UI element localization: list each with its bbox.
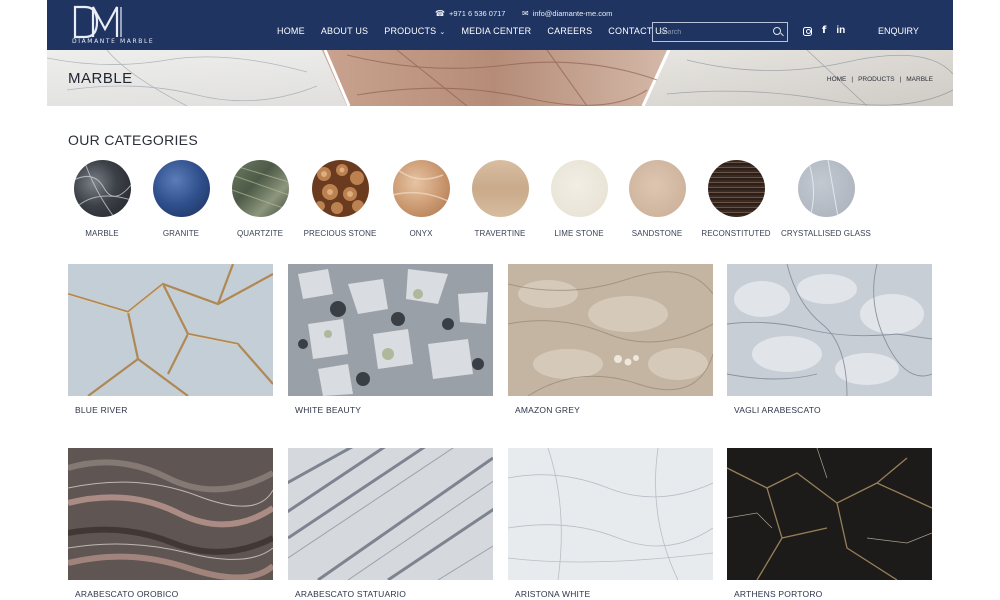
product-card-arabescato-statuario[interactable]: ARABESCATO STATUARIO: [288, 448, 493, 599]
product-image: [68, 448, 273, 580]
product-name: AMAZON GREY: [515, 405, 581, 415]
social-links: f in: [803, 26, 845, 36]
breadcrumb-separator: |: [899, 76, 902, 83]
search-input[interactable]: [653, 23, 769, 41]
product-card-white-beauty[interactable]: WHITE BEAUTY: [288, 264, 493, 415]
breadcrumb: HOME | PRODUCTS | MARBLE: [827, 76, 933, 83]
facebook-icon[interactable]: f: [822, 26, 826, 36]
breadcrumb-home[interactable]: HOME: [827, 76, 847, 83]
instagram-icon[interactable]: [803, 26, 812, 36]
breadcrumb-separator: |: [851, 76, 854, 83]
nav-careers[interactable]: CAREERS: [547, 26, 592, 36]
banner-stone-image: [47, 50, 953, 106]
nav-about-us[interactable]: ABOUT US: [321, 26, 368, 36]
phone-icon: ☎: [435, 9, 445, 18]
category-image: [152, 160, 210, 217]
categories-heading: OUR CATEGORIES: [68, 132, 198, 148]
category-image: [797, 160, 855, 217]
logo-subtext: DIAMANTE MARBLE: [72, 38, 155, 45]
email-contact[interactable]: ✉ info@diamante-me.com: [522, 9, 612, 18]
product-name: VAGLI ARABESCATO: [734, 405, 821, 415]
nav-home[interactable]: HOME: [277, 26, 305, 36]
product-image: [288, 264, 493, 396]
product-image: [508, 448, 713, 580]
product-image: [68, 264, 273, 396]
product-name: ARABESCATO OROBICO: [75, 589, 179, 599]
search-box: [652, 22, 788, 42]
product-card-blue-river[interactable]: BLUE RIVER: [68, 264, 273, 415]
breadcrumb-products[interactable]: PRODUCTS: [858, 76, 894, 83]
nav-media-center[interactable]: MEDIA CENTER: [461, 26, 531, 36]
category-image: [550, 160, 608, 217]
phone-contact[interactable]: ☎ +971 6 536 0717: [435, 9, 505, 18]
product-card-arabescato-orobico[interactable]: ARABESCATO OROBICO: [68, 448, 273, 599]
product-card-vagli-arabescato[interactable]: VAGLI ARABESCATO: [727, 264, 932, 415]
category-image: [231, 160, 289, 217]
enquiry-button[interactable]: ENQUIRY: [878, 26, 919, 36]
product-image: [727, 448, 932, 580]
product-image: [727, 264, 932, 396]
category-crystallised-glass[interactable]: CRYSTALLISED GLASS: [771, 160, 881, 238]
category-image: [311, 160, 369, 217]
product-name: BLUE RIVER: [75, 405, 128, 415]
chevron-down-icon: ⌄: [439, 29, 446, 36]
mail-icon: ✉: [522, 9, 529, 18]
product-image: [288, 448, 493, 580]
breadcrumb-current: MARBLE: [906, 76, 933, 83]
product-image: [508, 264, 713, 396]
linkedin-icon[interactable]: in: [836, 26, 845, 36]
category-image: [628, 160, 686, 217]
product-name: ARISTONA WHITE: [515, 589, 591, 599]
email-address: info@diamante-me.com: [532, 9, 613, 18]
site-header: DIAMANTE MARBLE ☎ +971 6 536 0717 ✉ info…: [47, 0, 953, 50]
product-card-aristona-white[interactable]: ARISTONA WHITE: [508, 448, 713, 599]
category-image: [392, 160, 450, 217]
product-card-amazon-grey[interactable]: AMAZON GREY: [508, 264, 713, 415]
category-label: CRYSTALLISED GLASS: [781, 229, 871, 238]
phone-number: +971 6 536 0717: [448, 9, 506, 18]
page-title: MARBLE: [68, 70, 133, 87]
nav-products[interactable]: PRODUCTS ⌄: [384, 26, 445, 36]
product-name: ARTHENS PORTORO: [734, 589, 823, 599]
main-nav: HOME ABOUT US PRODUCTS ⌄ MEDIA CENTER CAR…: [277, 26, 684, 36]
nav-products-label: PRODUCTS: [384, 26, 437, 36]
product-name: WHITE BEAUTY: [295, 405, 362, 415]
product-card-arthens-portoro[interactable]: ARTHENS PORTORO: [727, 448, 932, 599]
product-name: ARABESCATO STATUARIO: [295, 589, 407, 599]
category-image: [471, 160, 529, 217]
page-banner: MARBLE HOME | PRODUCTS | MARBLE: [47, 50, 953, 106]
category-image: [73, 160, 131, 217]
category-image: [707, 160, 765, 217]
search-icon[interactable]: [769, 23, 787, 41]
